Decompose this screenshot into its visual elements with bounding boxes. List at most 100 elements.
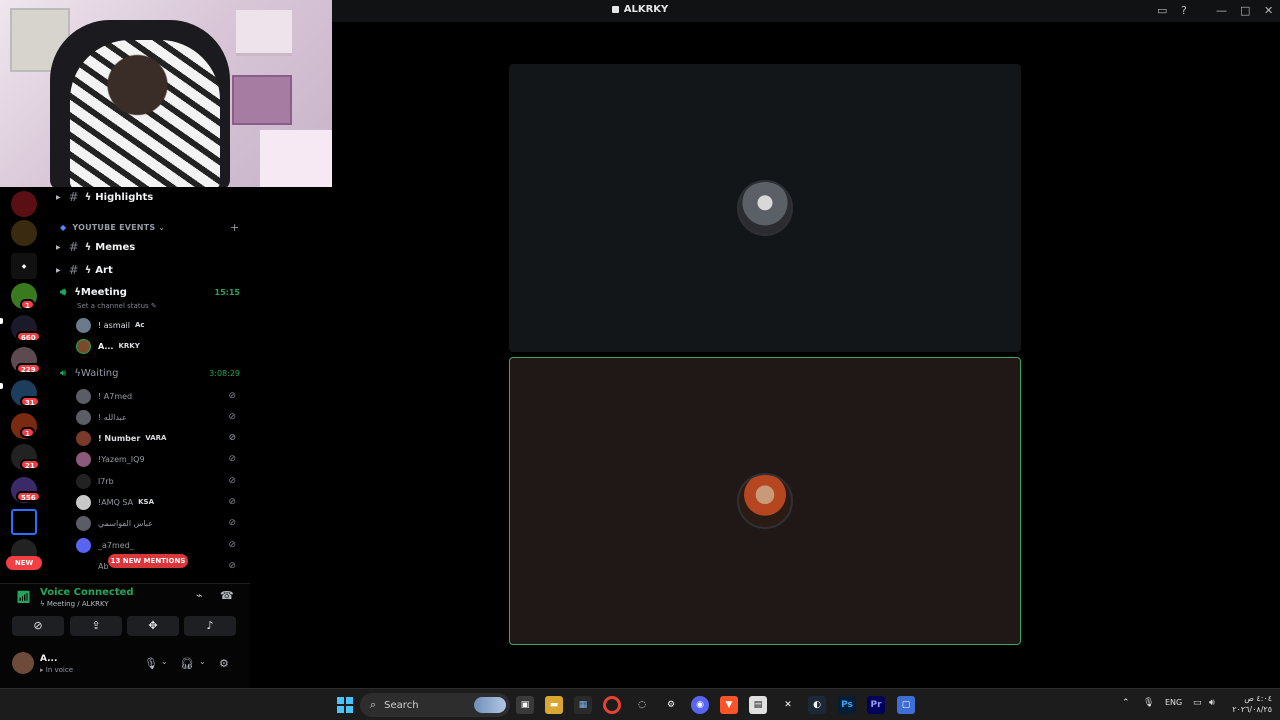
discord-icon[interactable]: ◉ bbox=[691, 696, 709, 714]
voice-user[interactable]: ! Number VARA ⊘ bbox=[76, 428, 246, 448]
unread-badge: 229 bbox=[16, 363, 41, 374]
activities-button[interactable]: ✥ bbox=[127, 616, 179, 636]
taskbar-search[interactable]: ⌕ Search bbox=[360, 693, 510, 717]
headphones-icon[interactable]: 🎧︎ bbox=[180, 657, 194, 670]
participant-tile-speaking[interactable] bbox=[509, 357, 1021, 645]
store-icon[interactable]: ▦ bbox=[574, 696, 592, 714]
server-icon[interactable] bbox=[11, 509, 37, 535]
start-button[interactable] bbox=[337, 697, 353, 713]
bolt-icon: ϟ bbox=[84, 191, 92, 203]
chevron-down-icon[interactable]: ⌄ bbox=[199, 657, 206, 666]
user-name: ! asmail bbox=[98, 320, 130, 330]
windows-taskbar: ⌕ Search ▣ ▬ ▦ ◌ ⚙ ◉ ▼ ▤ ✕ ◐ Ps Pr ▢ ⌃ 🎙︎… bbox=[0, 688, 1280, 720]
chevron-up-icon[interactable]: ⌃ bbox=[1122, 698, 1130, 708]
channel-label: Meeting bbox=[80, 286, 127, 298]
set-channel-status[interactable]: Set a channel status ✎ bbox=[77, 302, 157, 310]
user-status: ▸ In voice bbox=[40, 666, 74, 674]
category-header[interactable]: ◆ YOUTUBE EVENTS ⌄ bbox=[60, 223, 165, 232]
channel-highlights[interactable]: ▶ # ϟ Highlights bbox=[56, 187, 246, 207]
deafened-icon: ⊘ bbox=[228, 412, 236, 422]
microphone-icon[interactable]: 🎙︎ bbox=[144, 657, 158, 670]
unread-badge: 21 bbox=[20, 459, 40, 470]
start-tile bbox=[346, 706, 353, 713]
participant-tile[interactable] bbox=[509, 64, 1021, 352]
server-icon[interactable]: ◆ bbox=[11, 253, 37, 279]
voice-channel-waiting[interactable]: 🔊︎ ϟ Waiting 3:08:29 bbox=[56, 363, 246, 383]
user-name: عباس الفواسمي bbox=[98, 518, 153, 528]
language-indicator[interactable]: ENG bbox=[1165, 698, 1182, 707]
server-icon[interactable] bbox=[11, 220, 37, 246]
avatar bbox=[76, 409, 91, 425]
microphone-icon[interactable]: 🎙︎ bbox=[1143, 698, 1154, 708]
volume-icon[interactable]: 🔊︎ bbox=[1209, 698, 1215, 708]
channel-art[interactable]: ▶ # ϟ Art bbox=[56, 260, 246, 280]
user-name: !AMQ SA bbox=[98, 497, 134, 507]
voice-user[interactable]: !AMQ SA KSA ⊘ bbox=[76, 492, 246, 512]
voice-user[interactable]: !Yazem_IQ9 ⊘ bbox=[76, 449, 246, 469]
avatar[interactable] bbox=[12, 652, 34, 674]
avatar bbox=[76, 537, 91, 553]
search-icon: ⌕ bbox=[370, 698, 377, 711]
new-badge[interactable]: NEW bbox=[6, 556, 42, 570]
unread-badge: 31 bbox=[20, 396, 40, 407]
voice-user[interactable]: ! asmail Ac bbox=[76, 315, 246, 335]
clock-date: ٢٠٢٦/٠٨/٢٥ bbox=[1232, 705, 1272, 714]
steam-icon[interactable]: ⚙ bbox=[662, 696, 680, 714]
deafened-icon: ⊘ bbox=[228, 540, 236, 550]
server-icon[interactable] bbox=[11, 191, 37, 217]
bolt-icon: ϟ bbox=[84, 241, 92, 253]
add-channel-icon[interactable]: + bbox=[230, 221, 239, 234]
app-icon[interactable]: ▤ bbox=[749, 696, 767, 714]
voice-user[interactable]: عباس الفواسمي ⊘ bbox=[76, 513, 246, 533]
settings-gear-icon[interactable]: ⚙ bbox=[219, 657, 229, 670]
discord-app: ALKRKY ▭ ? — □ ✕ ◆ 1 660 229 31 1 21 556 bbox=[0, 0, 1280, 688]
steam-client-icon[interactable]: ◐ bbox=[808, 696, 826, 714]
file-explorer-icon[interactable]: ▬ bbox=[545, 696, 563, 714]
deafened-icon: ⊘ bbox=[228, 561, 236, 571]
chrome-icon[interactable] bbox=[603, 696, 621, 714]
inbox-icon[interactable]: ▭ bbox=[1157, 4, 1167, 17]
close-button[interactable]: ✕ bbox=[1264, 4, 1273, 17]
noise-suppression-icon[interactable]: ⌁ bbox=[196, 589, 203, 602]
voice-user[interactable]: A... KRKY bbox=[76, 336, 246, 356]
voice-user[interactable]: l7rb ⊘ bbox=[76, 471, 246, 491]
camera-button[interactable]: ⊘ bbox=[12, 616, 64, 636]
lamp bbox=[260, 130, 332, 187]
channel-memes[interactable]: ▶ # ϟ Memes bbox=[56, 237, 246, 257]
app-icon[interactable]: ◌ bbox=[633, 696, 651, 714]
help-icon[interactable]: ? bbox=[1181, 4, 1187, 17]
network-icon[interactable]: ▭ bbox=[1193, 698, 1202, 708]
photoshop-icon[interactable]: Ps bbox=[838, 696, 856, 714]
webcam-overlay bbox=[0, 0, 332, 187]
shelf bbox=[236, 10, 292, 56]
disconnect-icon[interactable]: ☎ bbox=[220, 589, 234, 602]
brave-icon[interactable]: ▼ bbox=[720, 696, 738, 714]
voice-user[interactable]: _a7med_ ⊘ bbox=[76, 535, 246, 555]
start-tile bbox=[337, 697, 344, 704]
caret-icon: ▶ bbox=[56, 266, 61, 274]
user-name: ! عبدالله bbox=[98, 412, 127, 422]
voice-user[interactable]: ! عبدالله ⊘ bbox=[76, 407, 246, 427]
unread-pill bbox=[0, 318, 3, 324]
user-status-text: In voice bbox=[45, 666, 74, 674]
voice-connected-label[interactable]: Voice Connected bbox=[40, 587, 134, 598]
chevron-down-icon[interactable]: ⌄ bbox=[161, 657, 168, 666]
avatar bbox=[76, 473, 91, 489]
minimize-button[interactable]: — bbox=[1216, 4, 1227, 17]
screen-share-button[interactable]: ⇪ bbox=[70, 616, 122, 636]
user-tag: KSA bbox=[138, 498, 155, 506]
capcut-icon[interactable]: ✕ bbox=[779, 696, 797, 714]
maximize-button[interactable]: □ bbox=[1240, 4, 1250, 17]
clock[interactable]: ٤:٠٤ ص ٢٠٢٦/٠٨/٢٥ bbox=[1228, 693, 1272, 715]
voice-user[interactable]: ! A7med ⊘ bbox=[76, 386, 246, 406]
search-label: Search bbox=[384, 699, 419, 711]
new-mentions-button[interactable]: 13 NEW MENTIONS bbox=[108, 554, 188, 568]
task-view-icon[interactable]: ▣ bbox=[516, 696, 534, 714]
bolt-icon: ϟ bbox=[84, 264, 92, 276]
voice-channel-meeting[interactable]: 🔊︎ ϟ Meeting 15:15 bbox=[56, 282, 246, 302]
signal-icon[interactable]: 📶︎ bbox=[16, 590, 31, 604]
soundboard-button[interactable]: ♪ bbox=[184, 616, 236, 636]
premiere-icon[interactable]: Pr bbox=[867, 696, 885, 714]
voice-location[interactable]: ϟ Meeting / ALKRKY bbox=[40, 600, 109, 608]
app-icon[interactable]: ▢ bbox=[897, 696, 915, 714]
